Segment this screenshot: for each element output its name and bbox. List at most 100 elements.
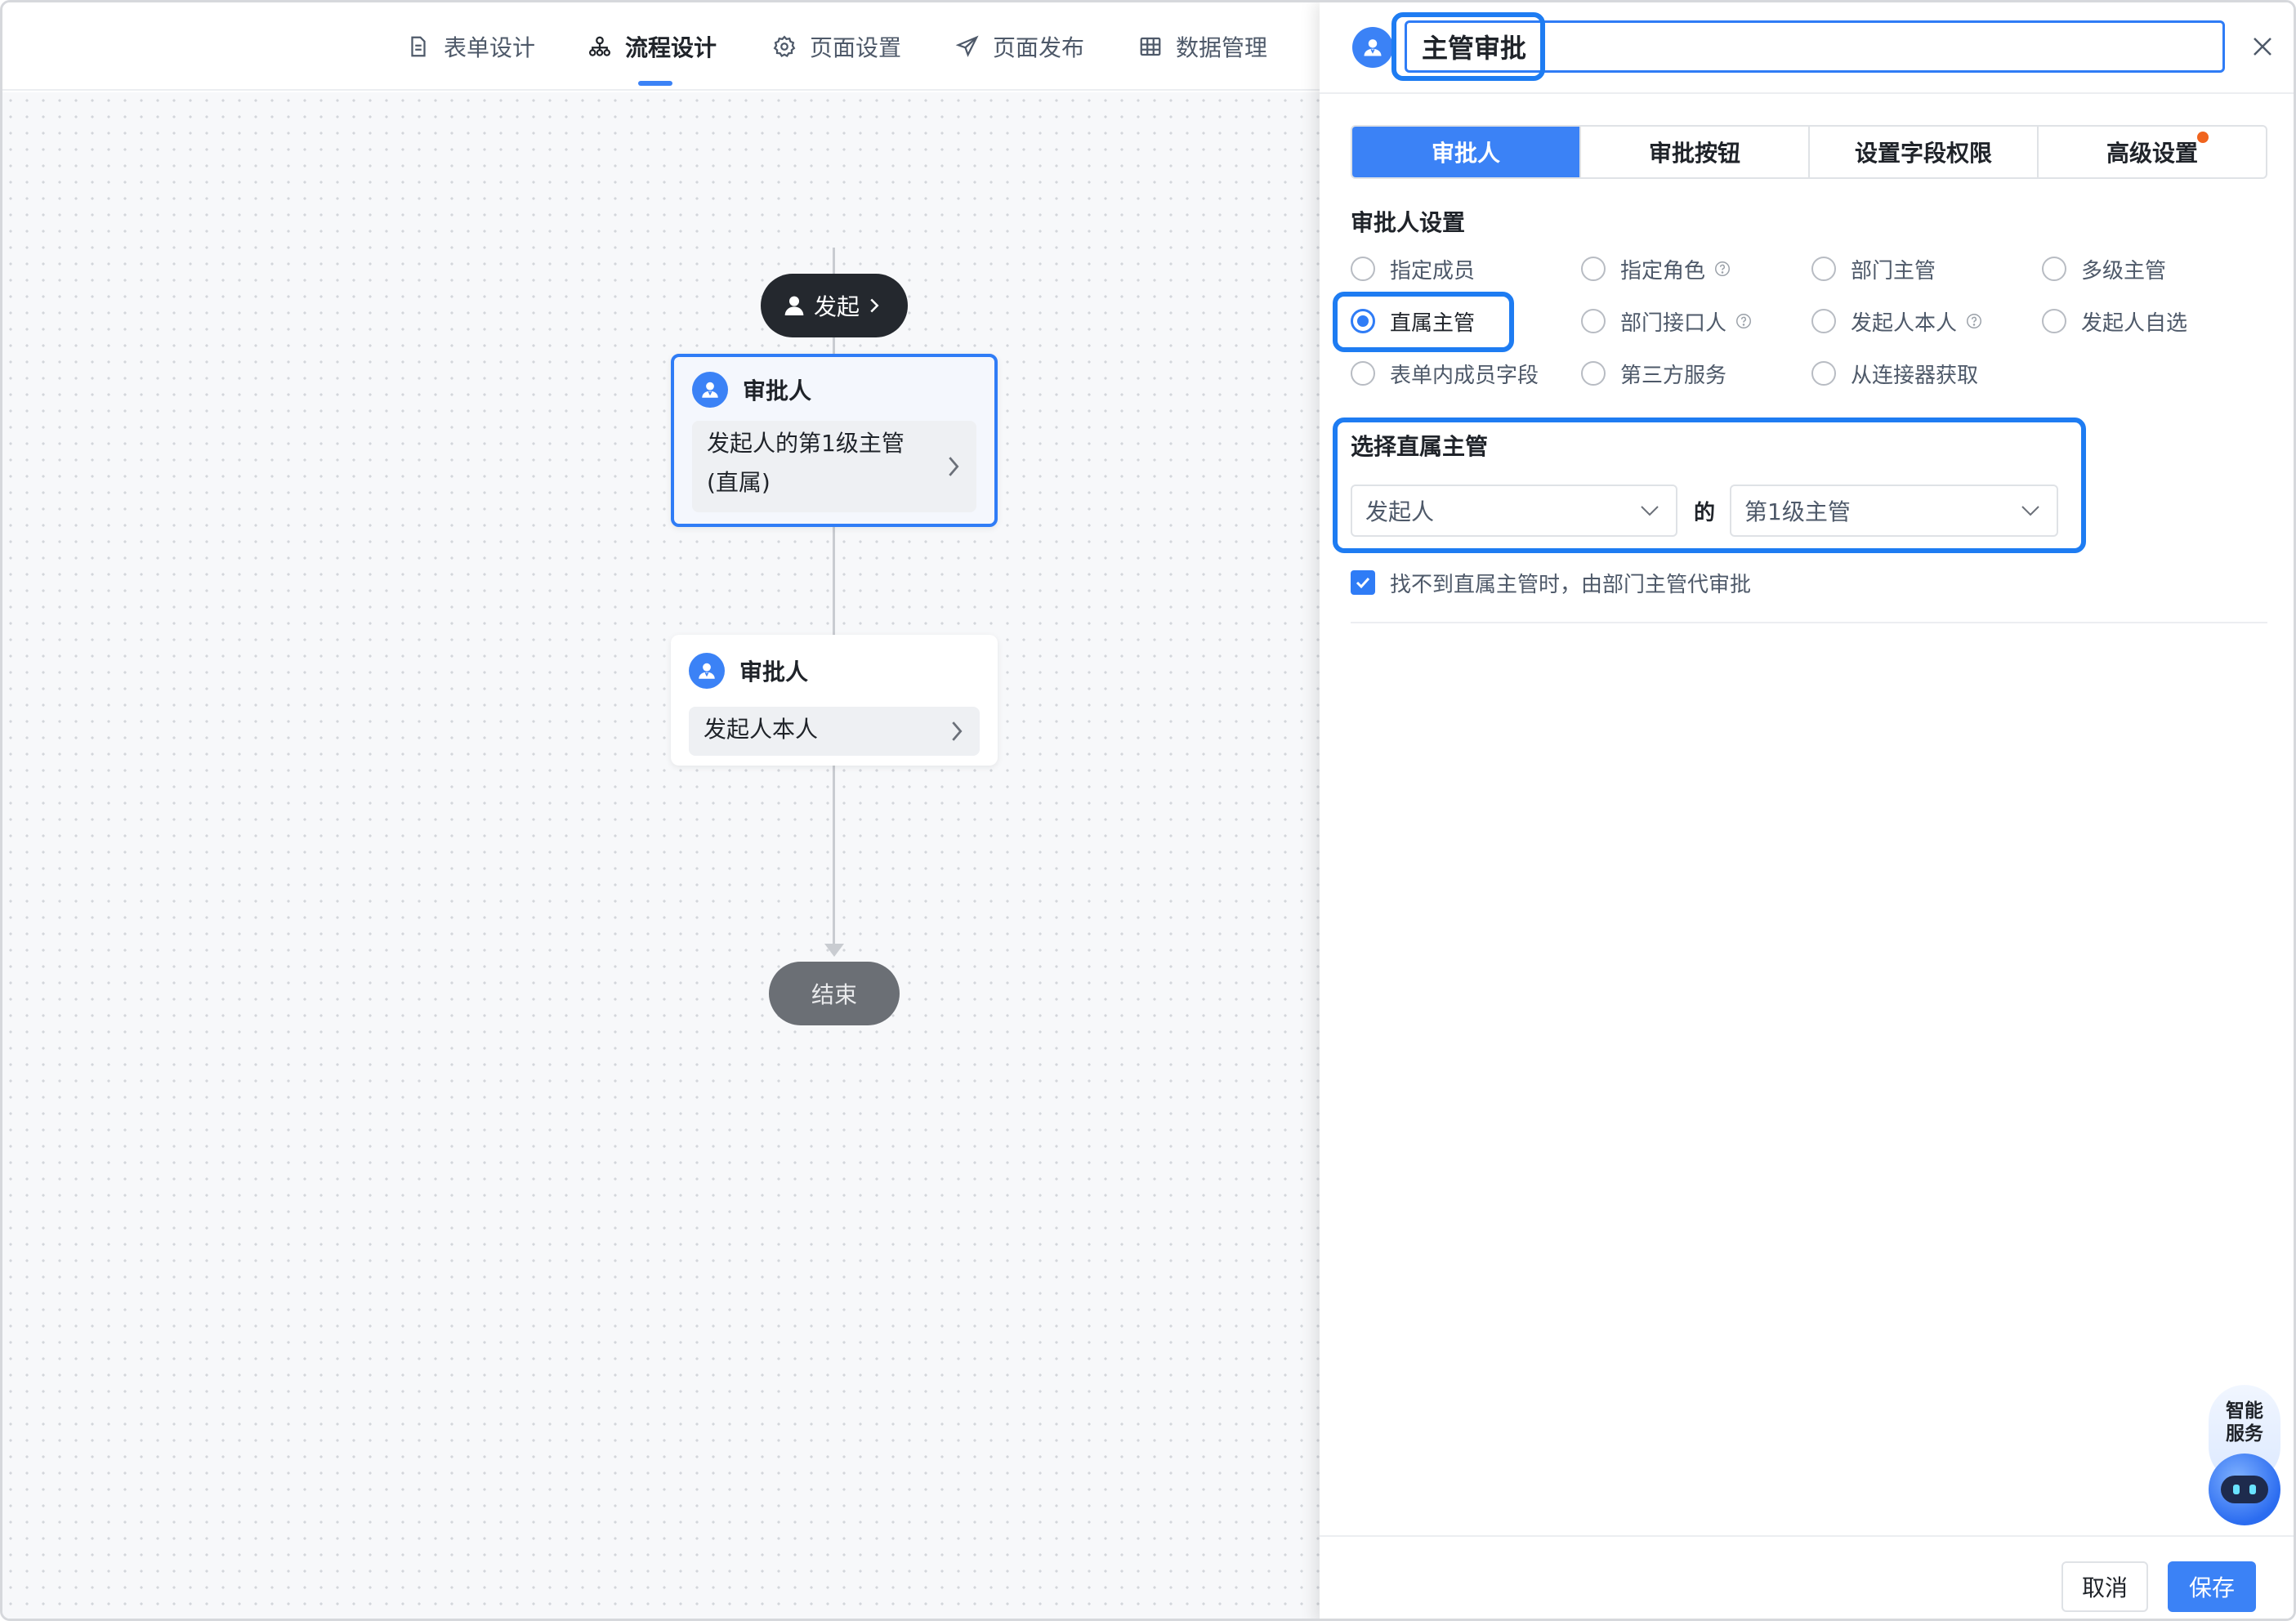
chevron-right-icon xyxy=(870,298,879,313)
radio-button[interactable] xyxy=(1811,257,1836,281)
tab-approval-buttons[interactable]: 审批按钮 xyxy=(1581,127,1810,177)
radio-button[interactable] xyxy=(1351,257,1375,281)
option-direct-supervisor[interactable]: 直属主管 xyxy=(1351,305,1475,337)
divider xyxy=(1351,622,2267,623)
level-select[interactable]: 第1级主管 xyxy=(1730,485,2058,537)
approver-node-description-text: 发起人的第1级主管 (直属) xyxy=(707,430,905,496)
option-label: 第三方服务 xyxy=(1620,363,1727,388)
approver-node-title: 审批人 xyxy=(692,372,811,408)
nav-tab-label: 数据管理 xyxy=(1176,34,1268,61)
nav-tab-page-publish[interactable]: 页面发布 xyxy=(955,30,1084,63)
help-icon[interactable] xyxy=(1713,260,1731,278)
radio-button[interactable] xyxy=(2042,257,2066,281)
close-button[interactable] xyxy=(2243,27,2282,66)
approver-node-description[interactable]: 发起人的第1级主管 (直属) xyxy=(692,421,976,512)
approver-node-card[interactable]: 审批人 发起人的第1级主管 (直属) xyxy=(671,354,998,527)
approver-avatar-icon xyxy=(1352,27,1393,68)
nav-tab-page-settings[interactable]: 页面设置 xyxy=(772,30,901,63)
flow-connector xyxy=(833,764,835,947)
panel-footer: 取消 保存 xyxy=(1320,1535,2294,1619)
tab-label: 高级设置 xyxy=(2106,140,2198,167)
nav-tab-label: 流程设计 xyxy=(625,34,717,61)
direct-supervisor-title: 选择直属主管 xyxy=(1351,433,1489,460)
option-label: 指定角色 xyxy=(1620,258,1706,284)
radio-button[interactable] xyxy=(1581,309,1606,333)
option-dept-supervisor[interactable]: 部门主管 xyxy=(1811,252,1936,285)
table-icon xyxy=(1140,37,1161,56)
approver-node-description-text: 发起人本人 xyxy=(704,716,819,743)
option-label: 发起人本人 xyxy=(1851,310,1958,336)
tab-label: 审批人 xyxy=(1431,140,1500,167)
checkbox[interactable] xyxy=(1351,570,1375,595)
select-value: 发起人 xyxy=(1365,498,1435,525)
robot-icon[interactable] xyxy=(2209,1454,2280,1525)
option-initiator-choose[interactable]: 发起人自选 xyxy=(2042,305,2187,337)
app-window: 表单设计 流程设计 页面设置 页面发布 数据管理 发起 审批人 发起人的第1级主… xyxy=(0,0,2296,1621)
nav-tab-label: 表单设计 xyxy=(444,34,536,61)
chevron-down-icon xyxy=(2021,506,2039,516)
option-label: 表单内成员字段 xyxy=(1390,363,1539,388)
option-label: 从连接器获取 xyxy=(1851,363,1979,388)
nav-tab-label: 页面设置 xyxy=(810,34,902,61)
subject-select[interactable]: 发起人 xyxy=(1351,485,1677,537)
nav-tab-data-management[interactable]: 数据管理 xyxy=(1138,30,1267,63)
tab-field-permissions[interactable]: 设置字段权限 xyxy=(1810,127,2039,177)
option-multi-level-supervisor[interactable]: 多级主管 xyxy=(2042,252,2166,285)
radio-button[interactable] xyxy=(2042,309,2066,333)
option-label: 直属主管 xyxy=(1390,310,1476,336)
panel-header xyxy=(1320,2,2294,94)
radio-button[interactable] xyxy=(1581,257,1606,281)
document-icon xyxy=(411,36,426,57)
start-node[interactable]: 发起 xyxy=(761,274,908,337)
smart-service-assistant[interactable]: 智能服务 xyxy=(2209,1385,2280,1529)
nav-tab-label: 页面发布 xyxy=(993,34,1085,61)
node-title-input[interactable] xyxy=(1405,20,2225,73)
approver-node-card[interactable]: 审批人 发起人本人 xyxy=(671,635,998,766)
robot-face xyxy=(2221,1476,2268,1503)
fallback-checkbox-row[interactable]: 找不到直属主管时，由部门主管代审批 xyxy=(1351,566,1751,599)
close-icon xyxy=(2254,38,2271,56)
radio-button[interactable] xyxy=(1351,361,1375,386)
help-icon[interactable] xyxy=(1965,312,1983,330)
robot-eye xyxy=(2233,1485,2240,1494)
approver-node-title: 审批人 xyxy=(689,653,808,689)
radio-button[interactable] xyxy=(1351,309,1375,333)
option-label: 多级主管 xyxy=(2081,258,2167,284)
end-node[interactable]: 结束 xyxy=(769,962,900,1025)
tab-advanced-settings[interactable]: 高级设置 xyxy=(2039,127,2266,177)
start-node-label: 发起 xyxy=(813,293,860,320)
notification-dot xyxy=(2197,132,2209,143)
send-icon xyxy=(955,35,979,57)
flow-icon xyxy=(589,36,610,56)
option-initiator-self[interactable]: 发起人本人 xyxy=(1811,305,1983,337)
save-button[interactable]: 保存 xyxy=(2168,1561,2256,1612)
radio-button[interactable] xyxy=(1811,309,1836,333)
checkbox-label: 找不到直属主管时，由部门主管代审批 xyxy=(1390,572,1752,597)
option-designated-role[interactable]: 指定角色 xyxy=(1581,252,1731,285)
option-label: 部门主管 xyxy=(1851,258,1936,284)
cancel-button[interactable]: 取消 xyxy=(2061,1561,2148,1612)
option-third-party-service[interactable]: 第三方服务 xyxy=(1581,357,1726,390)
radio-button[interactable] xyxy=(1811,361,1836,386)
approver-avatar-icon xyxy=(692,372,728,408)
chevron-right-icon xyxy=(949,457,959,476)
approver-node-description[interactable]: 发起人本人 xyxy=(689,707,980,756)
tab-approver[interactable]: 审批人 xyxy=(1352,127,1581,177)
help-icon[interactable] xyxy=(1735,312,1753,330)
radio-button[interactable] xyxy=(1581,361,1606,386)
user-icon xyxy=(784,296,804,315)
tab-label: 设置字段权限 xyxy=(1854,140,1992,167)
end-node-label: 结束 xyxy=(811,981,857,1008)
nav-tab-form-design[interactable]: 表单设计 xyxy=(406,30,535,63)
node-settings-panel: 审批人 审批按钮 设置字段权限 高级设置 审批人设置 指定成员 指定角色 部门主… xyxy=(1320,2,2294,1619)
flow-canvas[interactable]: 发起 审批人 发起人的第1级主管 (直属) 审批人 发起人本人 结束 xyxy=(2,92,1320,1619)
nav-tab-flow-design[interactable]: 流程设计 xyxy=(587,30,717,63)
option-designated-member[interactable]: 指定成员 xyxy=(1351,252,1475,285)
approver-node-title-text: 审批人 xyxy=(743,377,812,404)
option-from-connector[interactable]: 从连接器获取 xyxy=(1811,357,1978,390)
chevron-right-icon xyxy=(952,721,963,741)
option-form-member-field[interactable]: 表单内成员字段 xyxy=(1351,357,1539,390)
select-value: 第1级主管 xyxy=(1744,498,1851,525)
chevron-down-icon xyxy=(1641,506,1659,516)
option-dept-contact[interactable]: 部门接口人 xyxy=(1581,305,1753,337)
